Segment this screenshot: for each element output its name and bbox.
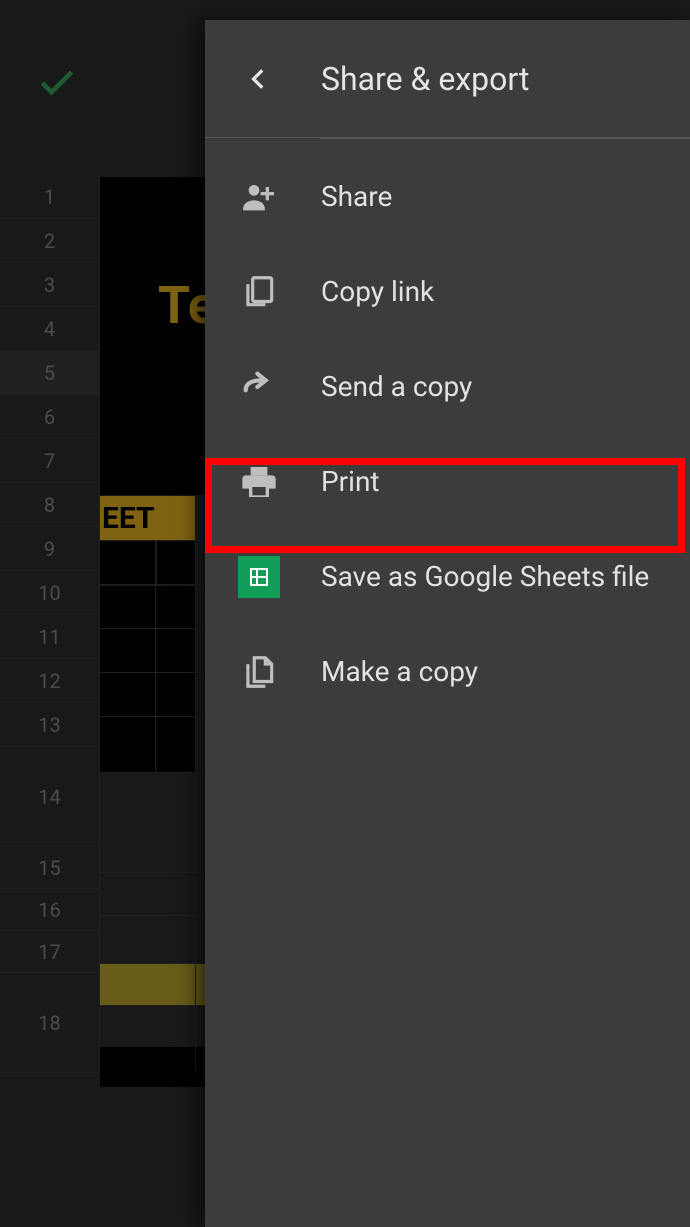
menu-list: Share Copy link Send a copy Print <box>205 149 690 719</box>
menu-label: Share <box>321 180 392 213</box>
menu-label: Save as Google Sheets file <box>321 560 649 593</box>
row-number: 16 <box>0 889 100 931</box>
menu-item-print[interactable]: Print <box>205 434 690 529</box>
menu-item-copy-link[interactable]: Copy link <box>205 244 690 339</box>
row-number: 3 <box>0 263 100 307</box>
file-copy-icon <box>235 648 283 696</box>
print-icon <box>235 458 283 506</box>
menu-label: Copy link <box>321 275 434 308</box>
menu-label: Send a copy <box>321 370 472 403</box>
share-export-drawer: Share & export Share Copy link Send a co… <box>205 20 690 1227</box>
row-number: 5 <box>0 351 100 395</box>
menu-label: Make a copy <box>321 655 478 688</box>
row-number: 10 <box>0 571 100 615</box>
row-number: 2 <box>0 219 100 263</box>
row-number: 15 <box>0 847 100 889</box>
check-icon <box>35 61 79 109</box>
row-number: 9 <box>0 527 100 571</box>
menu-label: Print <box>321 465 380 498</box>
row-number: 18 <box>0 973 100 1073</box>
row-number: 8 <box>0 483 100 527</box>
row-number: 11 <box>0 615 100 659</box>
row-number: 17 <box>0 931 100 973</box>
copy-link-icon <box>235 268 283 316</box>
send-arrow-icon <box>235 363 283 411</box>
drawer-title: Share & export <box>321 60 529 98</box>
partial-header-text: EET <box>100 496 195 540</box>
row-number: 12 <box>0 659 100 703</box>
row-number: 7 <box>0 439 100 483</box>
divider <box>320 138 690 139</box>
row-number: 6 <box>0 395 100 439</box>
row-number: 1 <box>0 175 100 219</box>
row-number: 14 <box>0 747 100 847</box>
row-number: 13 <box>0 703 100 747</box>
row-number-gutter: 1 2 3 4 5 6 7 8 9 10 11 12 13 14 15 16 1… <box>0 175 100 1227</box>
drawer-header: Share & export <box>205 20 690 138</box>
menu-item-save-sheets[interactable]: Save as Google Sheets file <box>205 529 690 624</box>
person-add-icon <box>235 173 283 221</box>
menu-item-make-copy[interactable]: Make a copy <box>205 624 690 719</box>
menu-item-share[interactable]: Share <box>205 149 690 244</box>
row-number: 4 <box>0 307 100 351</box>
menu-item-send-copy[interactable]: Send a copy <box>205 339 690 434</box>
back-icon[interactable] <box>235 66 283 92</box>
sheets-icon <box>235 553 283 601</box>
